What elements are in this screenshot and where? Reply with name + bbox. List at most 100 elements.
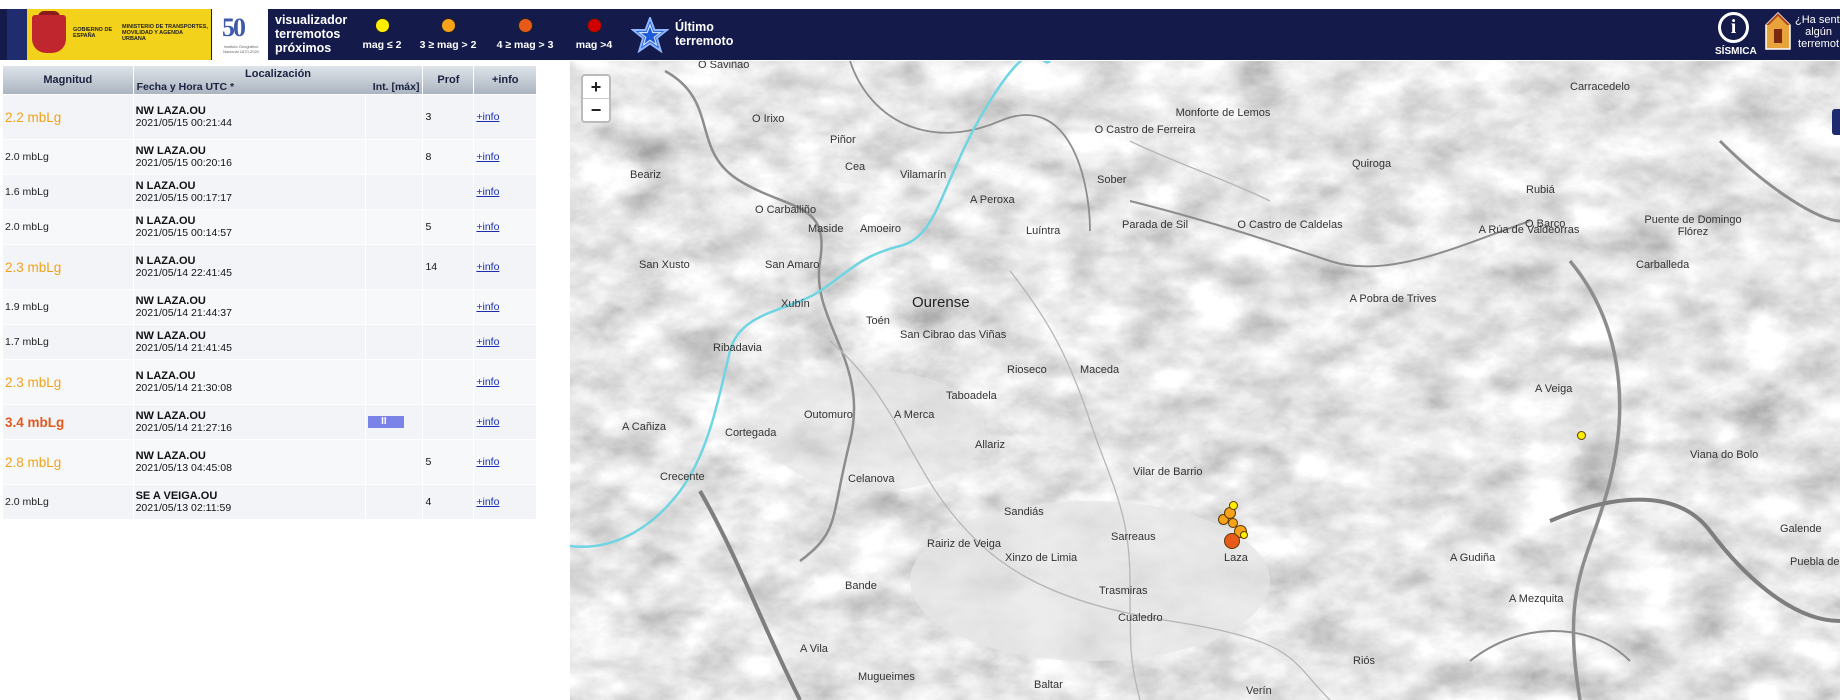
magnitude-cell: 2.3 mbLg	[3, 360, 133, 404]
place-label: O Saviñao	[698, 61, 750, 71]
column-magnitude[interactable]: Magnitud	[3, 66, 133, 94]
column-more-info[interactable]: +info	[474, 66, 536, 94]
more-info-cell: +info	[474, 485, 536, 519]
location-cell: N LAZA.OU 2021/05/14 21:30:08	[133, 360, 366, 404]
place-label: Parada de Sil	[1122, 219, 1189, 231]
more-info-link[interactable]: +info	[476, 186, 499, 198]
quake-marker-yellow[interactable]	[1229, 501, 1238, 510]
place-label: Quiroga	[1352, 158, 1392, 170]
table-row[interactable]: 2.2 mbLg NW LAZA.OU 2021/05/15 00:21:44 3 +i…	[3, 95, 536, 139]
place-label: San Cibrao das Viñas	[900, 329, 1007, 341]
place-label: Allariz	[975, 439, 1005, 451]
table-row[interactable]: 2.3 mbLg N LAZA.OU 2021/05/14 22:41:45 14 +i…	[3, 245, 536, 289]
place-label: Outomuro	[804, 409, 853, 421]
intensity-cell	[366, 95, 423, 139]
anniversary-logo[interactable]: 50 Instituto Geográfico Nacional 1870-20…	[212, 9, 268, 60]
more-info-cell: +info	[474, 210, 536, 244]
last-quake-button[interactable]	[630, 15, 670, 58]
datetime-value: 2021/05/14 21:27:16	[135, 422, 232, 434]
zoom-in-button[interactable]: +	[583, 76, 609, 98]
more-info-link[interactable]: +info	[476, 301, 499, 313]
datetime-value: 2021/05/13 02:11:59	[135, 502, 232, 514]
location-value: N LAZA.OU	[135, 370, 196, 382]
location-value: NW LAZA.OU	[135, 145, 206, 157]
depth-cell: 3	[423, 95, 474, 139]
location-cell: NW LAZA.OU 2021/05/14 21:44:37	[133, 290, 366, 324]
quake-marker-yellow[interactable]	[1240, 531, 1248, 539]
more-info-link[interactable]: +info	[476, 376, 499, 388]
map-view[interactable]: + − O Saviñao O Irixo Piñor O Castro de Fer…	[570, 61, 1840, 700]
column-location[interactable]: Localización Fecha y Hora UTC * Int. [má…	[133, 66, 423, 94]
place-label: Cualedro	[1118, 612, 1163, 624]
depth-cell: 4	[423, 485, 474, 519]
location-value: N LAZA.OU	[135, 215, 196, 227]
info-icon[interactable]: i	[1718, 12, 1749, 43]
app-title-line2: terremotos	[275, 27, 341, 41]
place-label: Maside	[808, 223, 844, 235]
table-row[interactable]: 1.7 mbLg NW LAZA.OU 2021/05/14 21:41:45 +in…	[3, 325, 536, 359]
zoom-control: + −	[581, 74, 611, 123]
quake-marker-dark-orange[interactable]	[1224, 533, 1240, 549]
datetime-value: 2021/05/13 04:45:08	[135, 462, 232, 474]
location-value: SE A VEIGA.OU	[135, 490, 218, 502]
place-label: A Cañiza	[622, 421, 667, 433]
place-label: San Amaro	[765, 259, 820, 271]
location-cell: NW LAZA.OU 2021/05/13 04:45:08	[133, 440, 366, 484]
table-row[interactable]: 2.0 mbLg NW LAZA.OU 2021/05/15 00:20:16 8 +i…	[3, 140, 536, 174]
more-info-link[interactable]: +info	[476, 336, 499, 348]
legend-mag-gt-4: mag >4	[570, 14, 618, 51]
place-label: Carracedelo	[1570, 81, 1630, 93]
side-panel-tab[interactable]	[1832, 109, 1840, 135]
more-info-link[interactable]: +info	[476, 151, 499, 163]
table-row[interactable]: 3.4 mbLg NW LAZA.OU 2021/05/14 21:27:16 II +…	[3, 405, 536, 439]
place-label: Piñor	[830, 134, 856, 146]
government-logo[interactable]: GOBIERNO DE ESPAÑA MINISTERIO DE TRANSPO…	[7, 9, 211, 60]
intensity-cell	[366, 325, 423, 359]
app-title-line3: próximos	[275, 41, 332, 55]
magnitude-value: 1.6 mbLg	[5, 186, 49, 198]
table-row[interactable]: 1.6 mbLg N LAZA.OU 2021/05/15 00:17:17 +inf…	[3, 175, 536, 209]
table-header-row: Magnitud Localización Fecha y Hora UTC *…	[3, 66, 536, 94]
more-info-link[interactable]: +info	[476, 496, 499, 508]
table-row[interactable]: 2.0 mbLg N LAZA.OU 2021/05/15 00:14:57 5 +in…	[3, 210, 536, 244]
intensity-badge: II	[368, 416, 405, 429]
column-depth[interactable]: Prof	[423, 66, 474, 94]
depth-cell	[423, 360, 474, 404]
place-label: Rubiá	[1526, 184, 1555, 196]
last-quake-label[interactable]: Último terremoto	[675, 20, 733, 48]
more-info-link[interactable]: +info	[476, 221, 499, 233]
magnitude-value: 2.0 mbLg	[5, 151, 49, 163]
felt-quake-link[interactable]: ¿Ha senti algún terremot	[1795, 14, 1840, 50]
table-row[interactable]: 2.3 mbLg N LAZA.OU 2021/05/14 21:30:08 +inf…	[3, 360, 536, 404]
place-label: Riós	[1353, 655, 1376, 667]
magnitude-value: 3.4 mbLg	[5, 414, 65, 430]
column-location-label: Localización	[245, 68, 312, 80]
more-info-link[interactable]: +info	[476, 261, 499, 273]
more-info-link[interactable]: +info	[476, 456, 499, 468]
ministry-label: MINISTERIO DE TRANSPORTES, MOVILIDAD Y A…	[122, 24, 208, 42]
more-info-link[interactable]: +info	[476, 111, 499, 123]
datetime-value: 2021/05/14 22:41:45	[135, 267, 232, 279]
zoom-out-button[interactable]: −	[583, 99, 609, 121]
house-icon[interactable]	[1765, 11, 1791, 51]
location-cell: NW LAZA.OU 2021/05/15 00:21:44	[133, 95, 366, 139]
table-row[interactable]: 1.9 mbLg NW LAZA.OU 2021/05/14 21:44:37 +in…	[3, 290, 536, 324]
datetime-value: 2021/05/15 00:20:16	[135, 157, 232, 169]
table-row[interactable]: 2.0 mbLg SE A VEIGA.OU 2021/05/13 02:11:59…	[3, 485, 536, 519]
place-label: Toén	[866, 315, 890, 327]
sismica-label[interactable]: SÍSMICA	[1715, 46, 1757, 57]
place-label: Bande	[845, 580, 877, 592]
magnitude-value: 2.2 mbLg	[5, 109, 62, 125]
datetime-value: 2021/05/15 00:17:17	[135, 192, 232, 204]
place-label: Xubín	[781, 298, 810, 310]
more-info-link[interactable]: +info	[476, 416, 499, 428]
more-info-cell: +info	[474, 175, 536, 209]
magnitude-cell: 2.0 mbLg	[3, 140, 133, 174]
place-label: Ribadavia	[713, 342, 762, 354]
magnitude-value: 2.3 mbLg	[5, 374, 62, 390]
place-label: A Mezquita	[1509, 593, 1564, 605]
table-row[interactable]: 2.8 mbLg NW LAZA.OU 2021/05/13 04:45:08 5 +i…	[3, 440, 536, 484]
legend-dot-orange-icon	[440, 18, 456, 33]
magnitude-value: 2.8 mbLg	[5, 454, 62, 470]
quake-marker-yellow[interactable]	[1577, 431, 1586, 440]
